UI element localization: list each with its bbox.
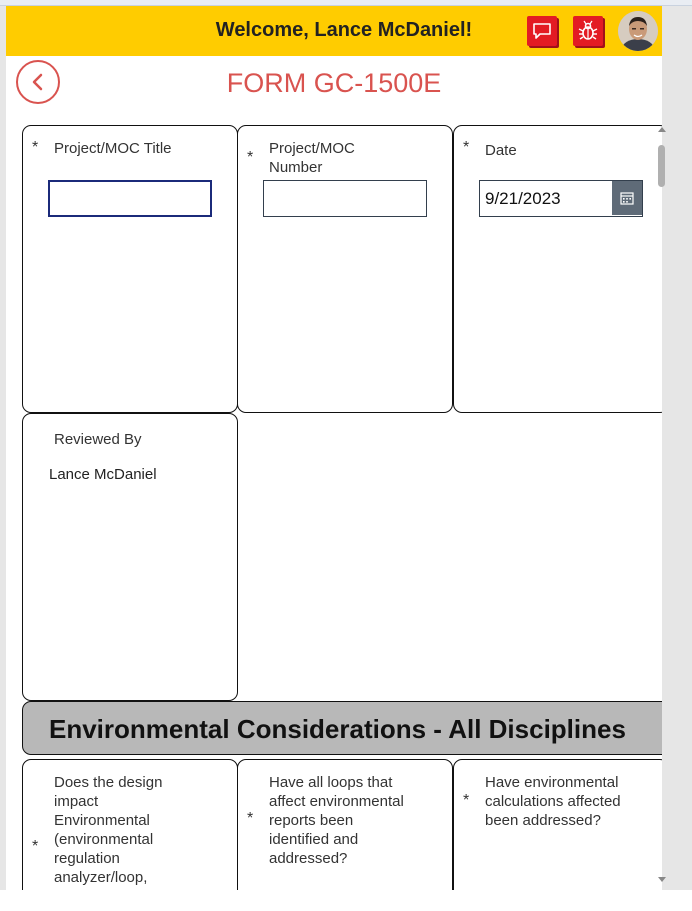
calendar-icon: [620, 192, 634, 205]
bug-icon: [578, 20, 598, 40]
app-screen: Welcome, Lance McDaniel! FORM GC-1500E *…: [6, 6, 662, 890]
welcome-text: Welcome, Lance McDaniel!: [215, 19, 473, 41]
user-photo-icon: [618, 11, 658, 51]
question-card[interactable]: * Does the design impact Environmental (…: [22, 759, 238, 890]
question-card[interactable]: * Have environmental calculations affect…: [453, 759, 662, 890]
required-marker: *: [247, 810, 254, 827]
card-project-number: * Project/MOC Number: [237, 125, 453, 413]
date-label: Date: [485, 142, 517, 159]
required-marker: *: [463, 792, 470, 809]
required-marker: *: [32, 838, 39, 855]
user-avatar[interactable]: [618, 11, 658, 51]
project-title-input[interactable]: [48, 180, 212, 217]
page-title: FORM GC-1500E: [226, 68, 442, 98]
vertical-scrollbar[interactable]: [654, 125, 670, 885]
project-number-input[interactable]: [263, 180, 427, 217]
scroll-up-arrow-icon[interactable]: [658, 127, 666, 132]
scroll-down-arrow-icon[interactable]: [658, 877, 666, 882]
reviewed-by-value: Lance McDaniel: [49, 466, 157, 483]
header-bar: Welcome, Lance McDaniel!: [6, 6, 662, 56]
question-label: Have all loops that affect environmental…: [269, 774, 404, 867]
scroll-thumb[interactable]: [658, 145, 665, 187]
report-bug-button[interactable]: [573, 16, 603, 46]
calendar-button[interactable]: [612, 181, 642, 215]
question-label: Have environmental calculations affected…: [485, 774, 621, 829]
required-marker: *: [32, 139, 39, 156]
section-header: Environmental Considerations - All Disci…: [22, 701, 662, 755]
date-value: 9/21/2023: [485, 189, 561, 208]
question-label: Does the design impact Environmental (en…: [54, 774, 163, 890]
card-date: * Date 9/21/2023: [453, 125, 662, 413]
question-card[interactable]: * Have all loops that affect environment…: [237, 759, 453, 890]
window-bottom-strip: [0, 890, 692, 911]
section-title: Environmental Considerations - All Disci…: [49, 714, 626, 744]
required-marker: *: [463, 139, 470, 156]
project-number-label: Project/MOC Number: [269, 140, 355, 176]
date-picker[interactable]: 9/21/2023: [479, 180, 643, 217]
required-marker: *: [247, 149, 254, 166]
feedback-button[interactable]: [527, 16, 557, 46]
card-project-title: * Project/MOC Title: [22, 125, 238, 413]
project-title-label: Project/MOC Title: [54, 140, 172, 157]
chat-bubble-icon: [533, 23, 551, 39]
reviewed-by-label: Reviewed By: [54, 431, 142, 448]
card-reviewed-by: Reviewed By Lance McDaniel: [22, 413, 238, 701]
